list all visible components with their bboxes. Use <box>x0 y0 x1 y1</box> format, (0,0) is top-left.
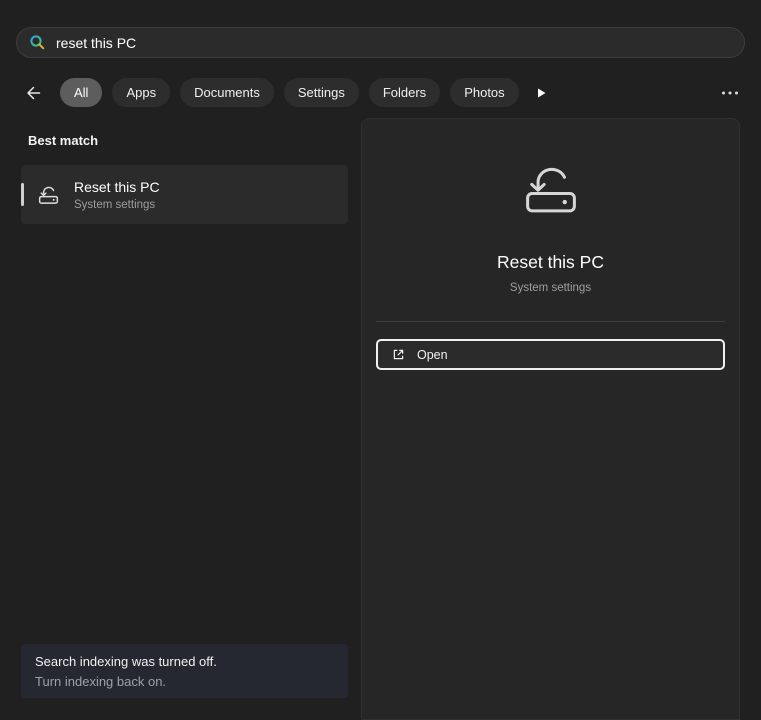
section-title-best-match: Best match <box>28 133 99 148</box>
filter-pill-folders[interactable]: Folders <box>368 78 441 107</box>
result-item-reset-this-pc[interactable]: Reset this PC System settings <box>21 165 348 224</box>
notice-message: Search indexing was turned off. <box>35 653 217 669</box>
preview-title: Reset this PC <box>497 252 604 272</box>
filter-row: All Apps Documents Settings Folders Phot… <box>16 78 745 107</box>
result-title: Reset this PC <box>74 178 160 195</box>
play-triangle-icon <box>534 86 548 100</box>
indexing-notice: Search indexing was turned off. Turn ind… <box>21 644 348 698</box>
filter-pill-all[interactable]: All <box>60 78 103 107</box>
search-window: All Apps Documents Settings Folders Phot… <box>0 0 761 720</box>
divider <box>376 321 725 322</box>
filter-pill-apps[interactable]: Apps <box>112 78 171 107</box>
search-input[interactable] <box>56 34 732 51</box>
result-text: Reset this PC System settings <box>74 179 160 211</box>
preview-panel: Reset this PC System settings Open <box>361 118 740 720</box>
search-bar[interactable] <box>16 27 745 58</box>
back-button[interactable] <box>16 78 50 107</box>
selection-accent-bar <box>21 183 24 206</box>
external-link-icon <box>391 347 406 362</box>
filter-pill-photos[interactable]: Photos <box>450 78 519 107</box>
more-options-button[interactable] <box>715 78 745 107</box>
more-filters-button[interactable] <box>529 78 553 107</box>
reset-pc-icon-large <box>518 155 584 226</box>
open-button-label: Open <box>417 347 448 362</box>
notice-action-link[interactable]: Turn indexing back on. <box>35 674 334 689</box>
result-subtitle: System settings <box>74 198 156 211</box>
search-icon <box>29 34 56 51</box>
filter-pill-settings[interactable]: Settings <box>283 78 359 107</box>
arrow-left-icon <box>24 84 42 102</box>
preview-subtitle: System settings <box>509 282 592 294</box>
filter-pill-documents[interactable]: Documents <box>180 78 274 107</box>
ellipsis-icon <box>721 90 739 96</box>
open-button[interactable]: Open <box>376 339 725 370</box>
reset-pc-icon <box>36 182 61 207</box>
